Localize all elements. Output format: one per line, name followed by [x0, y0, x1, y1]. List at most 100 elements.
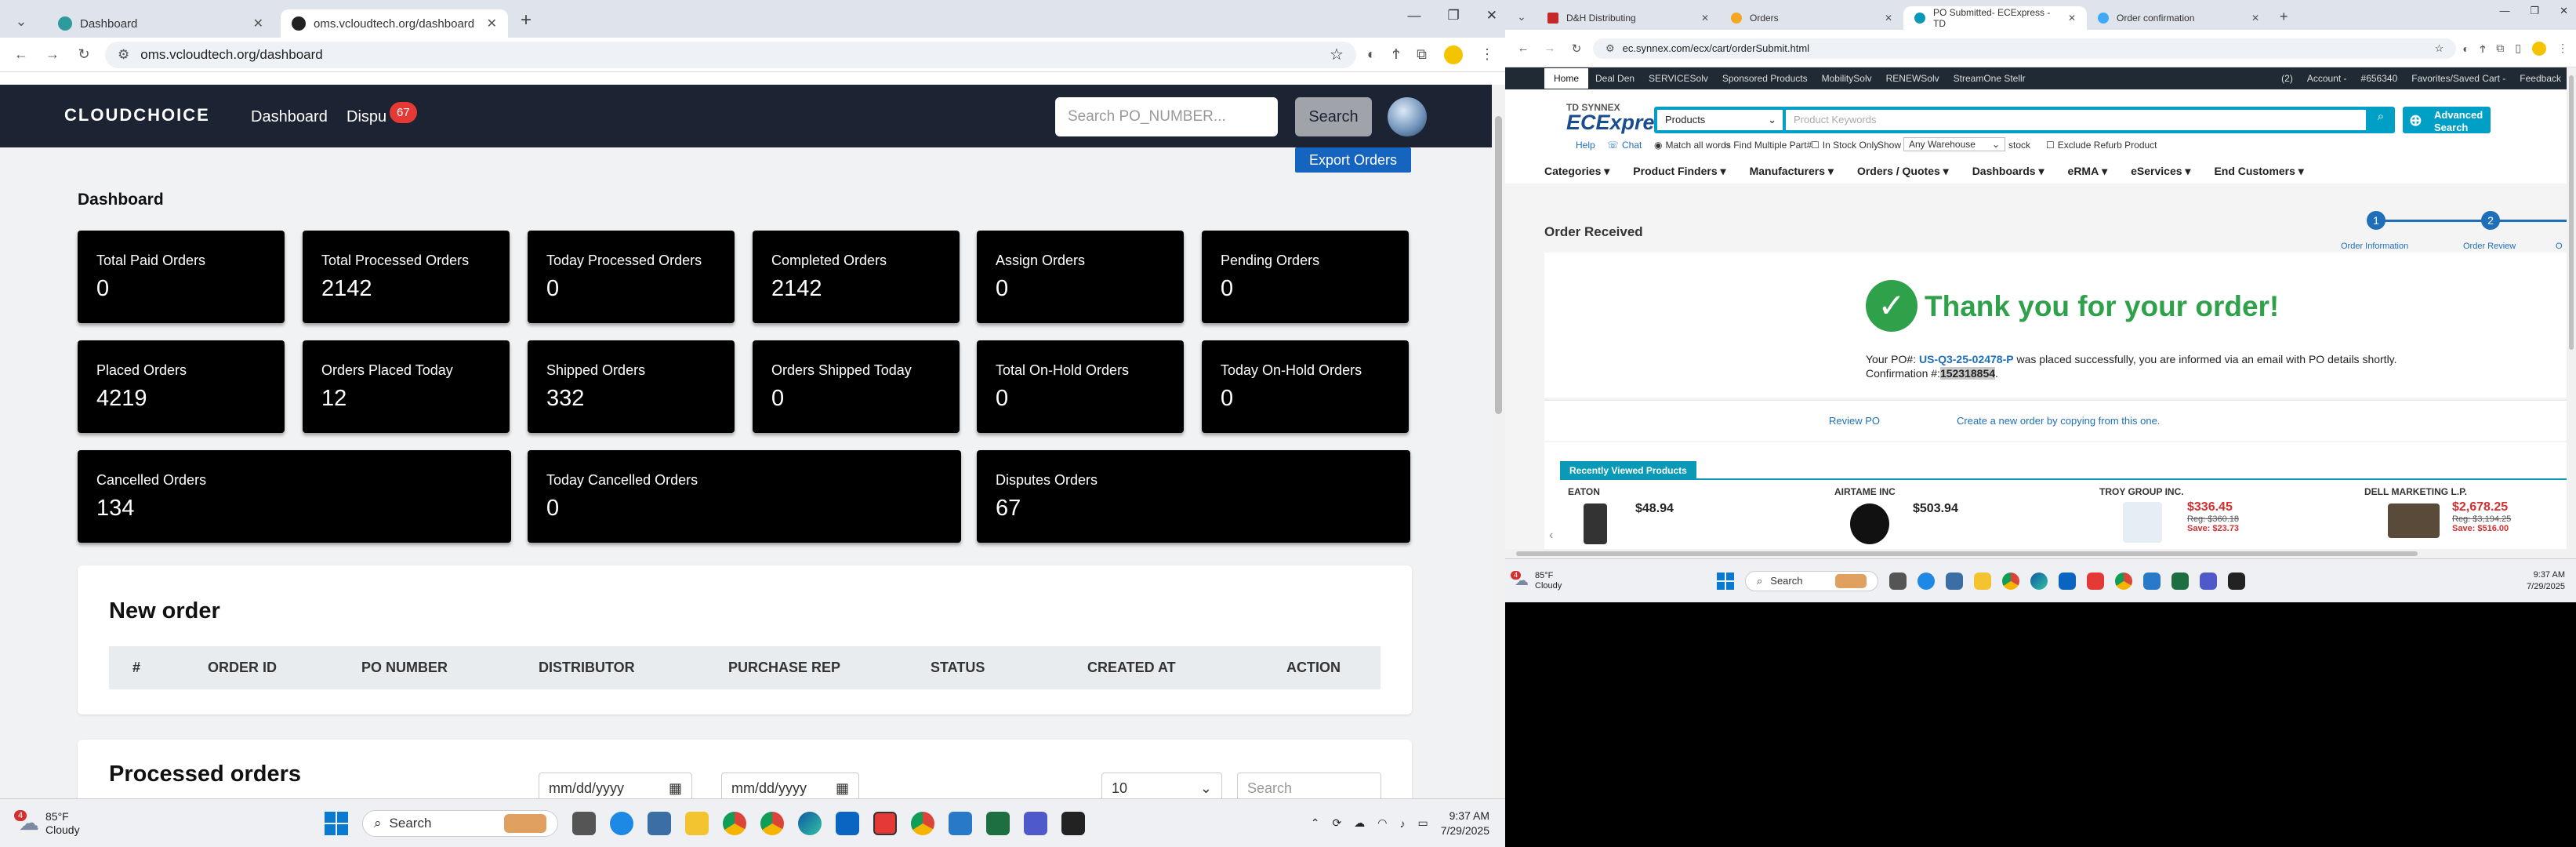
ec-nav-servicesolv[interactable]: SERVICESolv	[1642, 73, 1715, 84]
start-windows-icon[interactable]	[1717, 572, 1734, 590]
page-size-select[interactable]: 10 ⌄	[1101, 772, 1222, 798]
site-info-icon[interactable]: ⚙	[118, 47, 129, 63]
menu-eservices[interactable]: eServices ▾	[2131, 165, 2190, 178]
close-window-icon[interactable]: ✕	[2560, 5, 2568, 17]
tab-search-icon[interactable]: ⌄	[11, 13, 31, 30]
profile-icon[interactable]	[1444, 45, 1463, 64]
sticky-app-icon[interactable]	[1061, 811, 1085, 835]
tab-close-icon[interactable]: ✕	[253, 16, 263, 31]
taskbar-search[interactable]: ⌕ Search	[362, 809, 558, 837]
product-image[interactable]	[2123, 502, 2162, 543]
task-view-icon[interactable]	[572, 811, 596, 835]
chrome-profile-icon[interactable]	[760, 811, 784, 835]
forward-icon[interactable]: →	[42, 46, 63, 63]
ec-search-input[interactable]: Product Keywords	[1786, 110, 2366, 130]
advanced-search-button[interactable]: ⊕ Advanced Search	[2403, 107, 2491, 133]
cloudchoice-logo[interactable]: CLOUDCHOICE	[64, 105, 210, 125]
ec-nav-deal-den[interactable]: Deal Den	[1588, 73, 1642, 84]
menu-dots-icon[interactable]: ⋮	[1480, 46, 1494, 63]
review-po-link[interactable]: Review PO	[1829, 415, 1880, 427]
product-card-dell[interactable]: DELL MARKETING L.P. $2,678.25 Reg: $3,19…	[2364, 486, 2511, 538]
sticky-app-icon[interactable]	[2228, 572, 2245, 590]
calculator-icon[interactable]	[1946, 572, 1963, 590]
match-all-radio[interactable]: ◉ Match all words	[1654, 140, 1731, 151]
ec-nav-renewsolv[interactable]: RENEWSolv	[1879, 73, 1947, 84]
menu-manufacturers[interactable]: Manufacturers ▾	[1750, 165, 1834, 178]
weather-widget[interactable]: ☁ 4 85°F Cloudy	[1511, 571, 1562, 591]
bookmark-star-icon[interactable]: ☆	[1330, 45, 1344, 64]
active-app-icon[interactable]	[873, 811, 897, 835]
menu-dots-icon[interactable]: ⋮	[2557, 42, 2568, 55]
calculator-icon[interactable]	[648, 811, 671, 835]
product-card-troy[interactable]: TROY GROUP INC. $336.45 Reg: $360.18 Sav…	[2099, 486, 2239, 543]
calendar-icon[interactable]: ▦	[669, 780, 682, 797]
ec-favorites-menu[interactable]: Favorites/Saved Cart -	[2404, 73, 2513, 84]
excel-icon[interactable]	[2171, 572, 2189, 590]
carousel-prev-icon[interactable]: ‹	[1549, 529, 1553, 543]
task-view-icon[interactable]	[1889, 572, 1907, 590]
tab-close-icon[interactable]: ✕	[1701, 13, 1709, 24]
chrome-icon[interactable]	[2002, 572, 2019, 590]
nav-dashboard-link[interactable]: Dashboard	[251, 108, 328, 126]
product-card-eaton[interactable]: EATON $48.94	[1568, 486, 1674, 544]
ec-chat-link[interactable]: ☏ Chat	[1607, 140, 1642, 151]
ec-help-link[interactable]: Help	[1576, 140, 1595, 151]
tab-oms-dashboard[interactable]: oms.vcloudtech.org/dashboard ✕	[281, 9, 508, 38]
tab-close-icon[interactable]: ✕	[2068, 13, 2076, 24]
ec-messages[interactable]: (2)	[2274, 73, 2300, 84]
nav-disputes-link[interactable]: Dispu	[346, 108, 386, 126]
ec-search-category-select[interactable]: Products ⌄	[1657, 110, 1783, 130]
tray-sync-icon[interactable]: ⟳	[1333, 816, 1342, 830]
teams-icon[interactable]	[2200, 572, 2217, 590]
back-icon[interactable]: ←	[11, 46, 31, 63]
chrome-icon[interactable]	[723, 811, 746, 835]
vertical-scrollbar[interactable]	[2567, 67, 2576, 549]
product-image[interactable]	[2388, 503, 2440, 538]
tray-chevron-icon[interactable]: ⌃	[1311, 816, 1320, 830]
export-orders-button[interactable]: Export Orders	[1295, 147, 1411, 173]
menu-orders-quotes[interactable]: Orders / Quotes ▾	[1857, 165, 1949, 178]
ec-feedback-link[interactable]: Feedback	[2513, 73, 2568, 84]
start-windows-icon[interactable]	[325, 811, 348, 835]
photos-icon[interactable]	[949, 811, 972, 835]
horizontal-scrollbar[interactable]	[1505, 549, 2576, 558]
ec-nav-mobilitysolv[interactable]: MobilitySolv	[1815, 73, 1879, 84]
app-icon-globe[interactable]	[1917, 572, 1935, 590]
create-new-order-link[interactable]: Create a new order by copying from this …	[1957, 415, 2160, 427]
sidebar-icon[interactable]: ▯	[2515, 42, 2521, 55]
scrollbar-thumb[interactable]	[1495, 116, 1502, 414]
outlook-icon[interactable]	[2059, 572, 2076, 590]
tab-close-icon[interactable]: ✕	[487, 16, 497, 31]
maximize-icon[interactable]: ❐	[2530, 5, 2539, 17]
po-search-input[interactable]: Search PO_NUMBER...	[1055, 97, 1278, 136]
reload-icon[interactable]: ↻	[74, 46, 94, 63]
user-avatar[interactable]	[1388, 97, 1427, 136]
tab-order-confirmation[interactable]: Order confirmation ✕	[2087, 6, 2270, 30]
extension-text-icon[interactable]: Ϯ	[1393, 46, 1399, 63]
reload-icon[interactable]: ↻	[1566, 42, 1587, 56]
back-icon[interactable]: ←	[1513, 42, 1533, 55]
extension-text-icon[interactable]: Ϯ	[2480, 42, 2486, 55]
product-image[interactable]	[1850, 503, 1889, 544]
po-search-button[interactable]: Search	[1295, 97, 1372, 136]
outlook-icon[interactable]	[836, 811, 859, 835]
edge-icon[interactable]	[798, 811, 822, 835]
tab-close-icon[interactable]: ✕	[1885, 13, 1892, 24]
tab-search-icon[interactable]: ⌄	[1511, 10, 1532, 24]
bookmark-star-icon[interactable]: ☆	[2435, 42, 2444, 55]
product-image[interactable]	[1584, 503, 1607, 544]
omnibox[interactable]: ⚙ ec.synnex.com/ecx/cart/orderSubmit.htm…	[1593, 38, 2457, 59]
app-icon-globe[interactable]	[610, 811, 633, 835]
extension-circle-icon[interactable]: ◐	[1367, 46, 1376, 63]
close-window-icon[interactable]: ✕	[1486, 8, 1497, 24]
po-number[interactable]: US-Q3-25-02478-P	[1919, 353, 2014, 365]
extensions-puzzle-icon[interactable]: ⧉	[2496, 42, 2504, 55]
wifi-icon[interactable]: ◠	[1377, 816, 1387, 830]
minimize-icon[interactable]: —	[1408, 8, 1421, 24]
tab-dh-distributing[interactable]: D&H Distributing ✕	[1537, 6, 1720, 30]
edge-icon[interactable]	[2030, 572, 2048, 590]
recently-viewed-tab[interactable]: Recently Viewed Products	[1560, 461, 1696, 480]
vscroll-thumb[interactable]	[2569, 75, 2574, 350]
from-date-input[interactable]: mm/dd/yyyy ▦	[539, 772, 692, 798]
tray-cloud-icon[interactable]: ☁	[1354, 816, 1365, 830]
